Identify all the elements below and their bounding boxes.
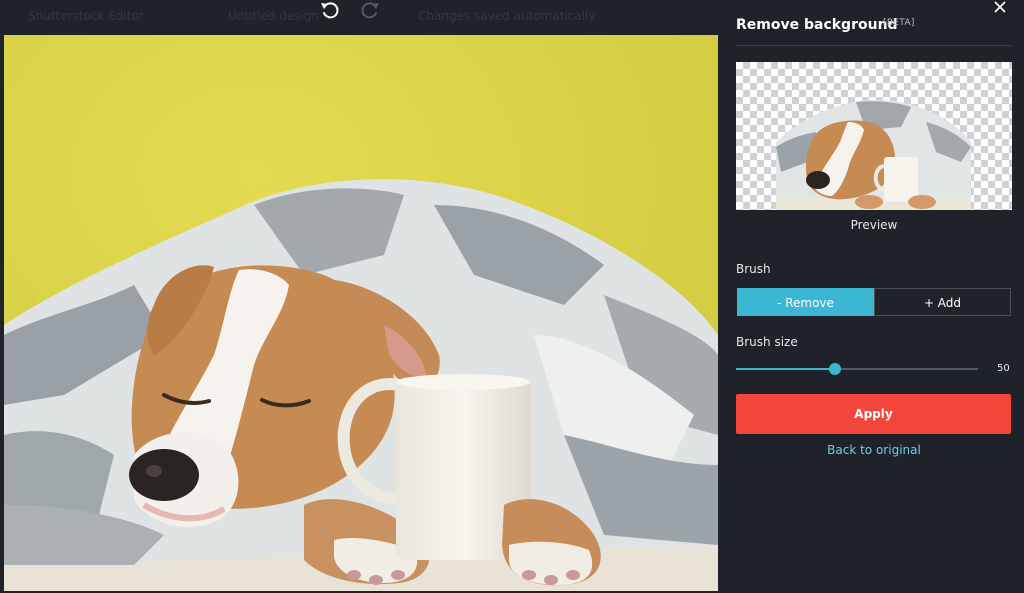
preview-label: Preview — [850, 218, 898, 232]
redo-icon[interactable] — [359, 0, 381, 20]
preview-image — [776, 100, 971, 210]
brush-size-value: 50 — [997, 363, 1010, 374]
brush-add-toggle[interactable]: + Add — [874, 288, 1011, 316]
undo-icon[interactable] — [319, 0, 341, 20]
slider-fill — [736, 368, 835, 370]
preview-thumbnail — [736, 62, 1012, 210]
panel-divider — [736, 45, 1012, 46]
editor-canvas[interactable] — [4, 35, 718, 591]
editor-topbar: Shutterstock Editor Untitled design Chan… — [0, 0, 720, 34]
brush-remove-toggle[interactable]: - Remove — [737, 288, 874, 316]
app-title: Shutterstock Editor — [28, 9, 144, 23]
slider-thumb[interactable] — [829, 363, 841, 375]
beta-badge: [BETA] — [883, 18, 915, 28]
close-icon[interactable] — [992, 0, 1008, 14]
brush-size-label: Brush size — [736, 335, 798, 349]
dog-photo — [4, 35, 718, 591]
apply-button[interactable]: Apply — [736, 394, 1011, 434]
beta-badge-text: BETA — [886, 18, 911, 28]
save-status: Changes saved automatically — [418, 9, 596, 23]
brush-label: Brush — [736, 262, 771, 276]
panel-title: Remove background — [736, 17, 898, 33]
document-title[interactable]: Untitled design — [228, 9, 319, 23]
brush-size-slider[interactable] — [736, 368, 978, 370]
back-to-original-link[interactable]: Back to original — [736, 443, 1012, 457]
